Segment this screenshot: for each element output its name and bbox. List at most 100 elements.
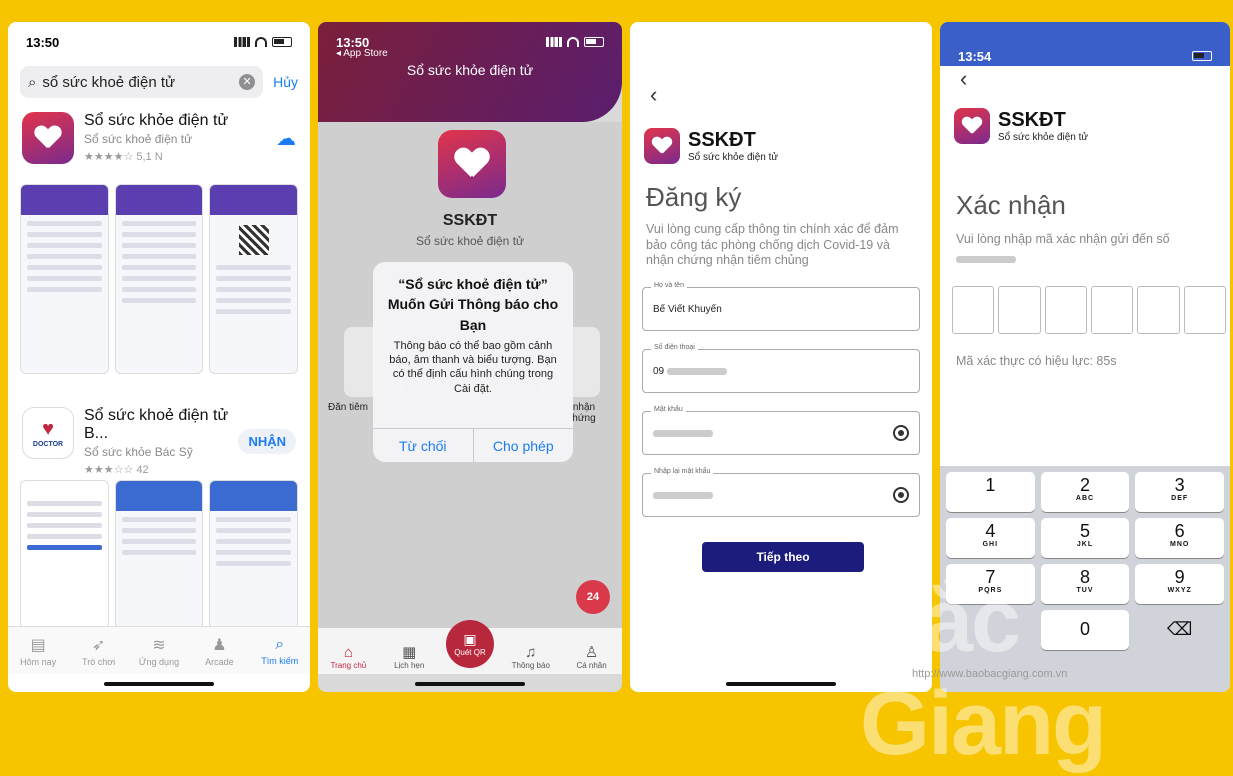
tab-label: Quét QR: [454, 648, 486, 657]
name-field[interactable]: Họ và tên Bế Viết Khuyến: [642, 282, 920, 331]
brand: SSKĐT Sổ sức khỏe điện tử: [644, 128, 778, 164]
status-bar: 13:50: [26, 32, 292, 52]
app-result-2[interactable]: ♥ DOCTOR Sổ sức khoẻ điện tử B... Sổ sức …: [22, 407, 296, 476]
eye-icon[interactable]: [893, 425, 909, 441]
otp-digit[interactable]: [952, 286, 995, 334]
tab-home[interactable]: ⌂ Trang chủ: [322, 644, 374, 670]
tab-profile[interactable]: ♙ Cá nhân: [566, 643, 618, 670]
battery-icon: [1192, 51, 1212, 61]
otp-validity: Mã xác thực có hiệu lực: 85s: [956, 354, 1117, 368]
key-2[interactable]: 2 ABC: [1040, 472, 1130, 512]
tab-scan-qr[interactable]: ▣ Quét QR: [444, 620, 496, 670]
masked-password: [653, 491, 713, 499]
screenshot: [114, 184, 204, 374]
screenshots-app-1[interactable]: [20, 184, 299, 374]
clear-search-icon[interactable]: ✕: [239, 74, 256, 90]
tab-bar: ⌂ Trang chủ ▦ Lịch hẹn ▣ Quét QR ♫ Thông báo…: [318, 620, 622, 674]
field-value: Bế Viết Khuyến: [653, 304, 722, 315]
qr-icon: ▣: [463, 631, 477, 647]
doctor-badge: DOCTOR: [32, 441, 64, 448]
brand-subtitle: Sổ sức khỏe điện tử: [998, 132, 1089, 143]
get-button[interactable]: NHẬN: [238, 429, 296, 454]
phone-app-store: 13:50 ⌕ sổ sức khoẻ điện tử ✕ Hủy Sổ sức…: [8, 22, 310, 692]
app-result-1[interactable]: Sổ sức khỏe điện tử Sổ sức khoẻ điện tử …: [22, 112, 296, 164]
calendar-icon: ▦: [402, 644, 417, 661]
otp-input[interactable]: [952, 286, 1226, 334]
signal-icon: [546, 37, 562, 47]
back-to-app-store[interactable]: ◂ App Store: [336, 48, 388, 59]
masked-password: [653, 429, 713, 437]
wifi-icon: [567, 37, 579, 47]
app-name: SSKĐT: [442, 212, 498, 229]
otp-digit[interactable]: [998, 286, 1041, 334]
field-label: Mật khẩu: [651, 406, 686, 413]
next-button[interactable]: Tiếp theo: [702, 542, 864, 572]
app-name: Sổ sức khỏe điện tử: [84, 112, 229, 129]
key-5[interactable]: 5 JKL: [1040, 518, 1130, 558]
tab-label: Hôm nay: [20, 656, 57, 667]
home-indicator: [415, 682, 525, 686]
otp-digit[interactable]: [1090, 286, 1134, 334]
eye-icon[interactable]: [893, 487, 909, 503]
cloud-download-icon[interactable]: ☁: [276, 126, 296, 151]
search-value: sổ sức khoẻ điện tử: [42, 73, 176, 91]
key-3[interactable]: 3 DEF: [1135, 472, 1225, 512]
tab-label: Trang chủ: [330, 661, 367, 670]
dialog-title: “Sổ sức khoẻ điện tử” Muốn Gửi Thông báo…: [387, 276, 559, 333]
brand-subtitle: Sổ sức khỏe điện tử: [688, 152, 779, 163]
app-name: Sổ sức khoẻ điện tử B...: [84, 407, 229, 442]
cancel-button[interactable]: Hủy: [273, 74, 298, 90]
header-title: Sổ sức khỏe điện tử: [406, 62, 534, 78]
page-description: Vui lòng cung cấp thông tin chính xác để…: [646, 222, 899, 268]
tab-label: Thông báo: [511, 661, 550, 670]
phone-permission: 13:50 ◂ App Store Sổ sức khỏe điện tử SS…: [318, 22, 622, 692]
tab-search[interactable]: ⌕ Tìm kiếm: [252, 636, 308, 666]
app-subtitle: Sổ sức khỏe Bác Sỹ: [84, 445, 193, 459]
tab-appointments[interactable]: ▦ Lịch hẹn: [383, 643, 435, 670]
screenshots-app-2[interactable]: [20, 480, 299, 630]
otp-digit[interactable]: [1183, 286, 1226, 334]
tab-games[interactable]: ➶ Trò chơi: [71, 635, 127, 667]
tab-today[interactable]: ▤ Hôm nay: [10, 635, 66, 667]
brand: SSKĐT Sổ sức khỏe điện tử: [954, 108, 1088, 144]
confirm-password-field[interactable]: Nhập lại mật khẩu: [642, 468, 920, 517]
tab-bar: ▤ Hôm nay ➶ Trò chơi ≋ Ứng dụng ♟ Arcade ⌕ Tì…: [8, 626, 310, 674]
brand-name: SSKĐT: [998, 109, 1066, 131]
allow-button[interactable]: Cho phép: [472, 429, 574, 462]
back-chevron-icon[interactable]: ‹: [650, 82, 657, 108]
status-time: 13:54: [958, 48, 992, 64]
wifi-icon: [255, 37, 267, 47]
status-time: 13:50: [26, 34, 60, 50]
hotline-24-button[interactable]: 24: [576, 580, 610, 614]
search-input[interactable]: ⌕ sổ sức khoẻ điện tử ✕: [20, 66, 264, 98]
app-logo: [438, 130, 506, 198]
otp-digit[interactable]: [1044, 286, 1087, 334]
heart-icon: [455, 148, 489, 179]
app-subtitle: Sổ sức khoẻ điện tử: [84, 132, 193, 146]
screenshot: [114, 480, 204, 630]
brand-name: SSKĐT: [688, 129, 756, 151]
key-6[interactable]: 6 MNO: [1135, 518, 1225, 558]
watermark-url: http://www.baobacgiang.com.vn: [912, 668, 1068, 680]
tab-notifications[interactable]: ♫ Thông báo: [505, 644, 557, 670]
password-field[interactable]: Mật khẩu: [642, 406, 920, 455]
signal-icon: [234, 37, 250, 47]
key-4[interactable]: 4 GHI: [946, 518, 1035, 558]
heart-icon: ♥: [42, 418, 54, 440]
back-chevron-icon[interactable]: ‹: [960, 66, 967, 92]
redacted-value: [666, 367, 727, 375]
app-logo: [954, 108, 990, 144]
field-label: Nhập lại mật khẩu: [651, 468, 714, 475]
joystick-icon: ♟: [212, 636, 227, 654]
deny-button[interactable]: Từ chối: [373, 429, 473, 462]
screenshot: [20, 184, 109, 374]
phone-field[interactable]: Số điện thoại 09: [642, 344, 920, 393]
otp-digit[interactable]: [1137, 286, 1180, 334]
key-1[interactable]: 1: [946, 472, 1035, 512]
app-icon: [22, 112, 74, 164]
screenshot: [209, 480, 299, 630]
today-icon: ▤: [30, 636, 46, 654]
tab-apps[interactable]: ≋ Ứng dụng: [131, 635, 187, 667]
tab-arcade[interactable]: ♟ Arcade: [191, 635, 247, 667]
doctor-app-icon: ♥ DOCTOR: [22, 407, 74, 459]
